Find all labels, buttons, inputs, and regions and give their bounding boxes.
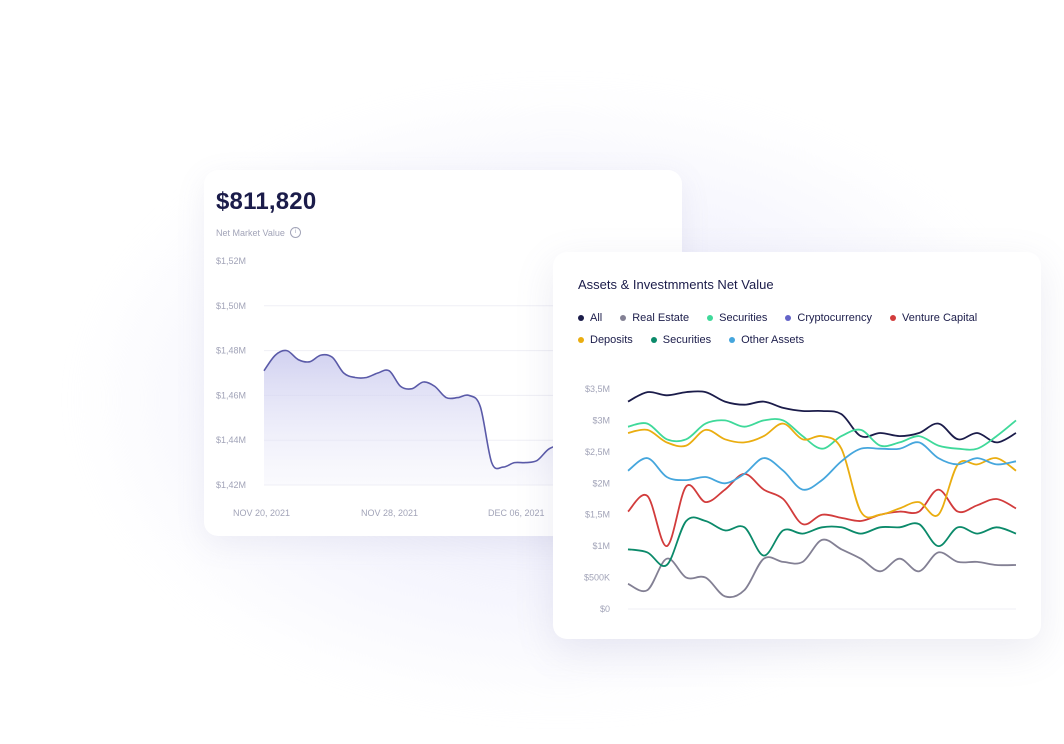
series-line: [627, 473, 1017, 548]
y-tick-label: $1,46M: [216, 390, 246, 400]
assets-investments-card: Assets & Investmments Net Value All Real …: [553, 252, 1041, 639]
series-line: [627, 390, 1017, 444]
area-fill: [264, 350, 560, 485]
y-tick-label: $1M: [592, 541, 610, 551]
y-tick-label: $1,48M: [216, 346, 246, 356]
y-tick-label: $0: [600, 604, 610, 614]
series-line: [627, 538, 1017, 599]
y-tick-label: $3,5M: [585, 384, 610, 394]
y-tick-label: $2,5M: [585, 447, 610, 457]
y-tick-label: $1,44M: [216, 435, 246, 445]
y-tick-label: $2M: [592, 478, 610, 488]
y-tick-label: $1,52M: [216, 256, 246, 266]
y-tick-label: $1,5M: [585, 510, 610, 520]
series-line: [627, 516, 1017, 567]
y-tick-label: $1,50M: [216, 301, 246, 311]
x-tick-label: NOV 28, 2021: [361, 508, 418, 518]
assets-investments-chart: $3,5M $3M $2,5M $2M $1,5M $1M $500K $0: [584, 384, 1017, 614]
x-tick-label: DEC 06, 2021: [488, 508, 545, 518]
y-tick-label: $500K: [584, 573, 610, 583]
y-tick-label: $1,42M: [216, 480, 246, 490]
y-tick-label: $3M: [592, 415, 610, 425]
series-line: [627, 422, 1017, 519]
x-tick-label: NOV 20, 2021: [233, 508, 290, 518]
